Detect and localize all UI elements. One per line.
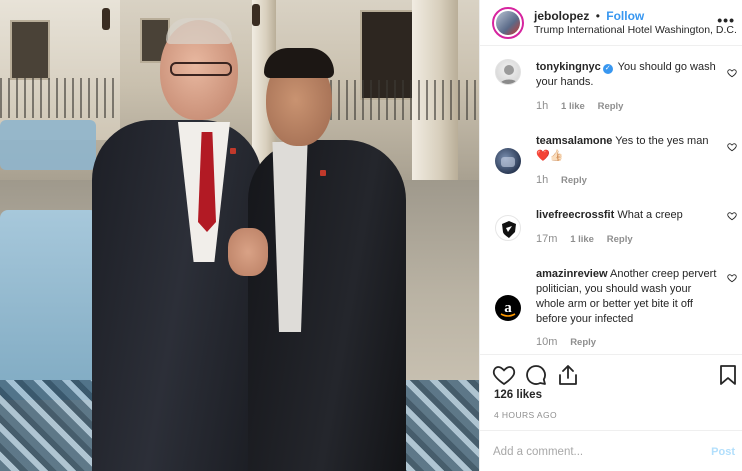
author-row: jebolopez • Follow xyxy=(534,9,644,23)
person-right-suit xyxy=(248,140,406,471)
reply-button[interactable]: Reply xyxy=(561,175,587,186)
comment-text: tonykingnyc ✓ You should go wash your han… xyxy=(536,60,720,90)
post-timestamp[interactable]: 4 HOURS AGO xyxy=(494,410,557,420)
comment-meta: 10m Reply xyxy=(536,336,596,348)
comment-meta: 1h Reply xyxy=(536,174,587,186)
lobby-couch xyxy=(0,120,96,170)
comment-like-heart-icon[interactable] xyxy=(727,142,737,152)
comment-text: amazinreview Another creep pervert polit… xyxy=(536,267,720,327)
reply-button[interactable]: Reply xyxy=(607,234,633,245)
comment-composer: Post xyxy=(480,430,742,471)
comment-username[interactable]: tonykingnyc xyxy=(536,61,601,73)
person-left-hair xyxy=(166,18,232,44)
author-avatar[interactable] xyxy=(492,7,524,39)
wall-lamp xyxy=(102,8,110,30)
comment-emoji: ❤️👍🏻 xyxy=(536,150,564,162)
background-window xyxy=(10,20,50,80)
more-options-icon[interactable]: ••• xyxy=(717,12,735,28)
avatar-photo-icon xyxy=(501,157,515,167)
share-upload-icon[interactable] xyxy=(556,363,580,387)
balcony-railing xyxy=(330,80,479,120)
comment-body: Yes to the yes man xyxy=(615,135,709,147)
post-photo[interactable] xyxy=(0,0,479,471)
comment-body: What a creep xyxy=(617,209,683,221)
amazon-logo-icon: a xyxy=(500,300,516,317)
comment-meta: 1h 1 like Reply xyxy=(536,100,623,112)
follow-button[interactable]: Follow xyxy=(606,9,644,23)
commenter-avatar[interactable] xyxy=(495,59,521,85)
separator-dot: • xyxy=(595,9,600,23)
comment-like-heart-icon[interactable] xyxy=(727,68,737,78)
commenter-avatar[interactable] xyxy=(495,148,521,174)
like-heart-icon[interactable] xyxy=(492,363,516,387)
glasses xyxy=(170,62,232,76)
post-comment-button[interactable]: Post xyxy=(711,446,735,458)
reply-button[interactable]: Reply xyxy=(570,337,596,348)
comments-list[interactable]: tonykingnyc ✓ You should go wash your han… xyxy=(480,47,742,354)
comment-likes[interactable]: 1 like xyxy=(570,234,594,245)
flag-pin xyxy=(320,170,326,176)
reply-button[interactable]: Reply xyxy=(598,101,624,112)
wall-lamp xyxy=(252,4,260,26)
likes-count[interactable]: 126 likes xyxy=(494,389,542,401)
shield-logo-icon xyxy=(502,221,516,238)
comment-username[interactable]: amazinreview xyxy=(536,268,608,280)
comment-meta: 17m 1 like Reply xyxy=(536,233,633,245)
comment-time: 17m xyxy=(536,233,558,245)
post-actions xyxy=(480,354,742,394)
location-link[interactable]: Trump International Hotel Washington, D.… xyxy=(534,24,737,36)
verified-badge-icon: ✓ xyxy=(602,64,613,74)
comment-like-heart-icon[interactable] xyxy=(727,211,737,221)
comment-time: 1h xyxy=(536,100,549,112)
commenter-avatar[interactable]: a xyxy=(495,295,521,321)
comment-username[interactable]: livefreecrossfit xyxy=(536,209,614,221)
post-sidebar: jebolopez • Follow Trump International H… xyxy=(479,0,742,471)
commenter-avatar[interactable] xyxy=(495,215,521,241)
author-username[interactable]: jebolopez xyxy=(534,9,589,23)
comment-text: teamsalamone Yes to the yes man ❤️👍🏻 xyxy=(536,134,720,164)
comment-like-heart-icon[interactable] xyxy=(727,273,737,283)
comment-time: 10m xyxy=(536,336,558,348)
person-right-hair xyxy=(264,48,334,78)
comment-bubble-icon[interactable] xyxy=(524,363,548,387)
avatar-face-icon xyxy=(500,65,518,84)
svg-text:a: a xyxy=(504,300,512,316)
lobby-couch xyxy=(0,210,98,400)
add-comment-input[interactable] xyxy=(493,443,693,461)
comment-username[interactable]: teamsalamone xyxy=(536,135,612,147)
comment-likes[interactable]: 1 like xyxy=(561,101,585,112)
comment-text: livefreecrossfit What a creep xyxy=(536,208,720,223)
flag-pin xyxy=(230,148,236,154)
balcony-railing xyxy=(0,78,120,118)
save-bookmark-icon[interactable] xyxy=(716,363,740,387)
post-header: jebolopez • Follow Trump International H… xyxy=(480,0,742,46)
handshake xyxy=(228,228,268,276)
person-left-suit xyxy=(92,120,262,471)
comment-time: 1h xyxy=(536,174,549,186)
